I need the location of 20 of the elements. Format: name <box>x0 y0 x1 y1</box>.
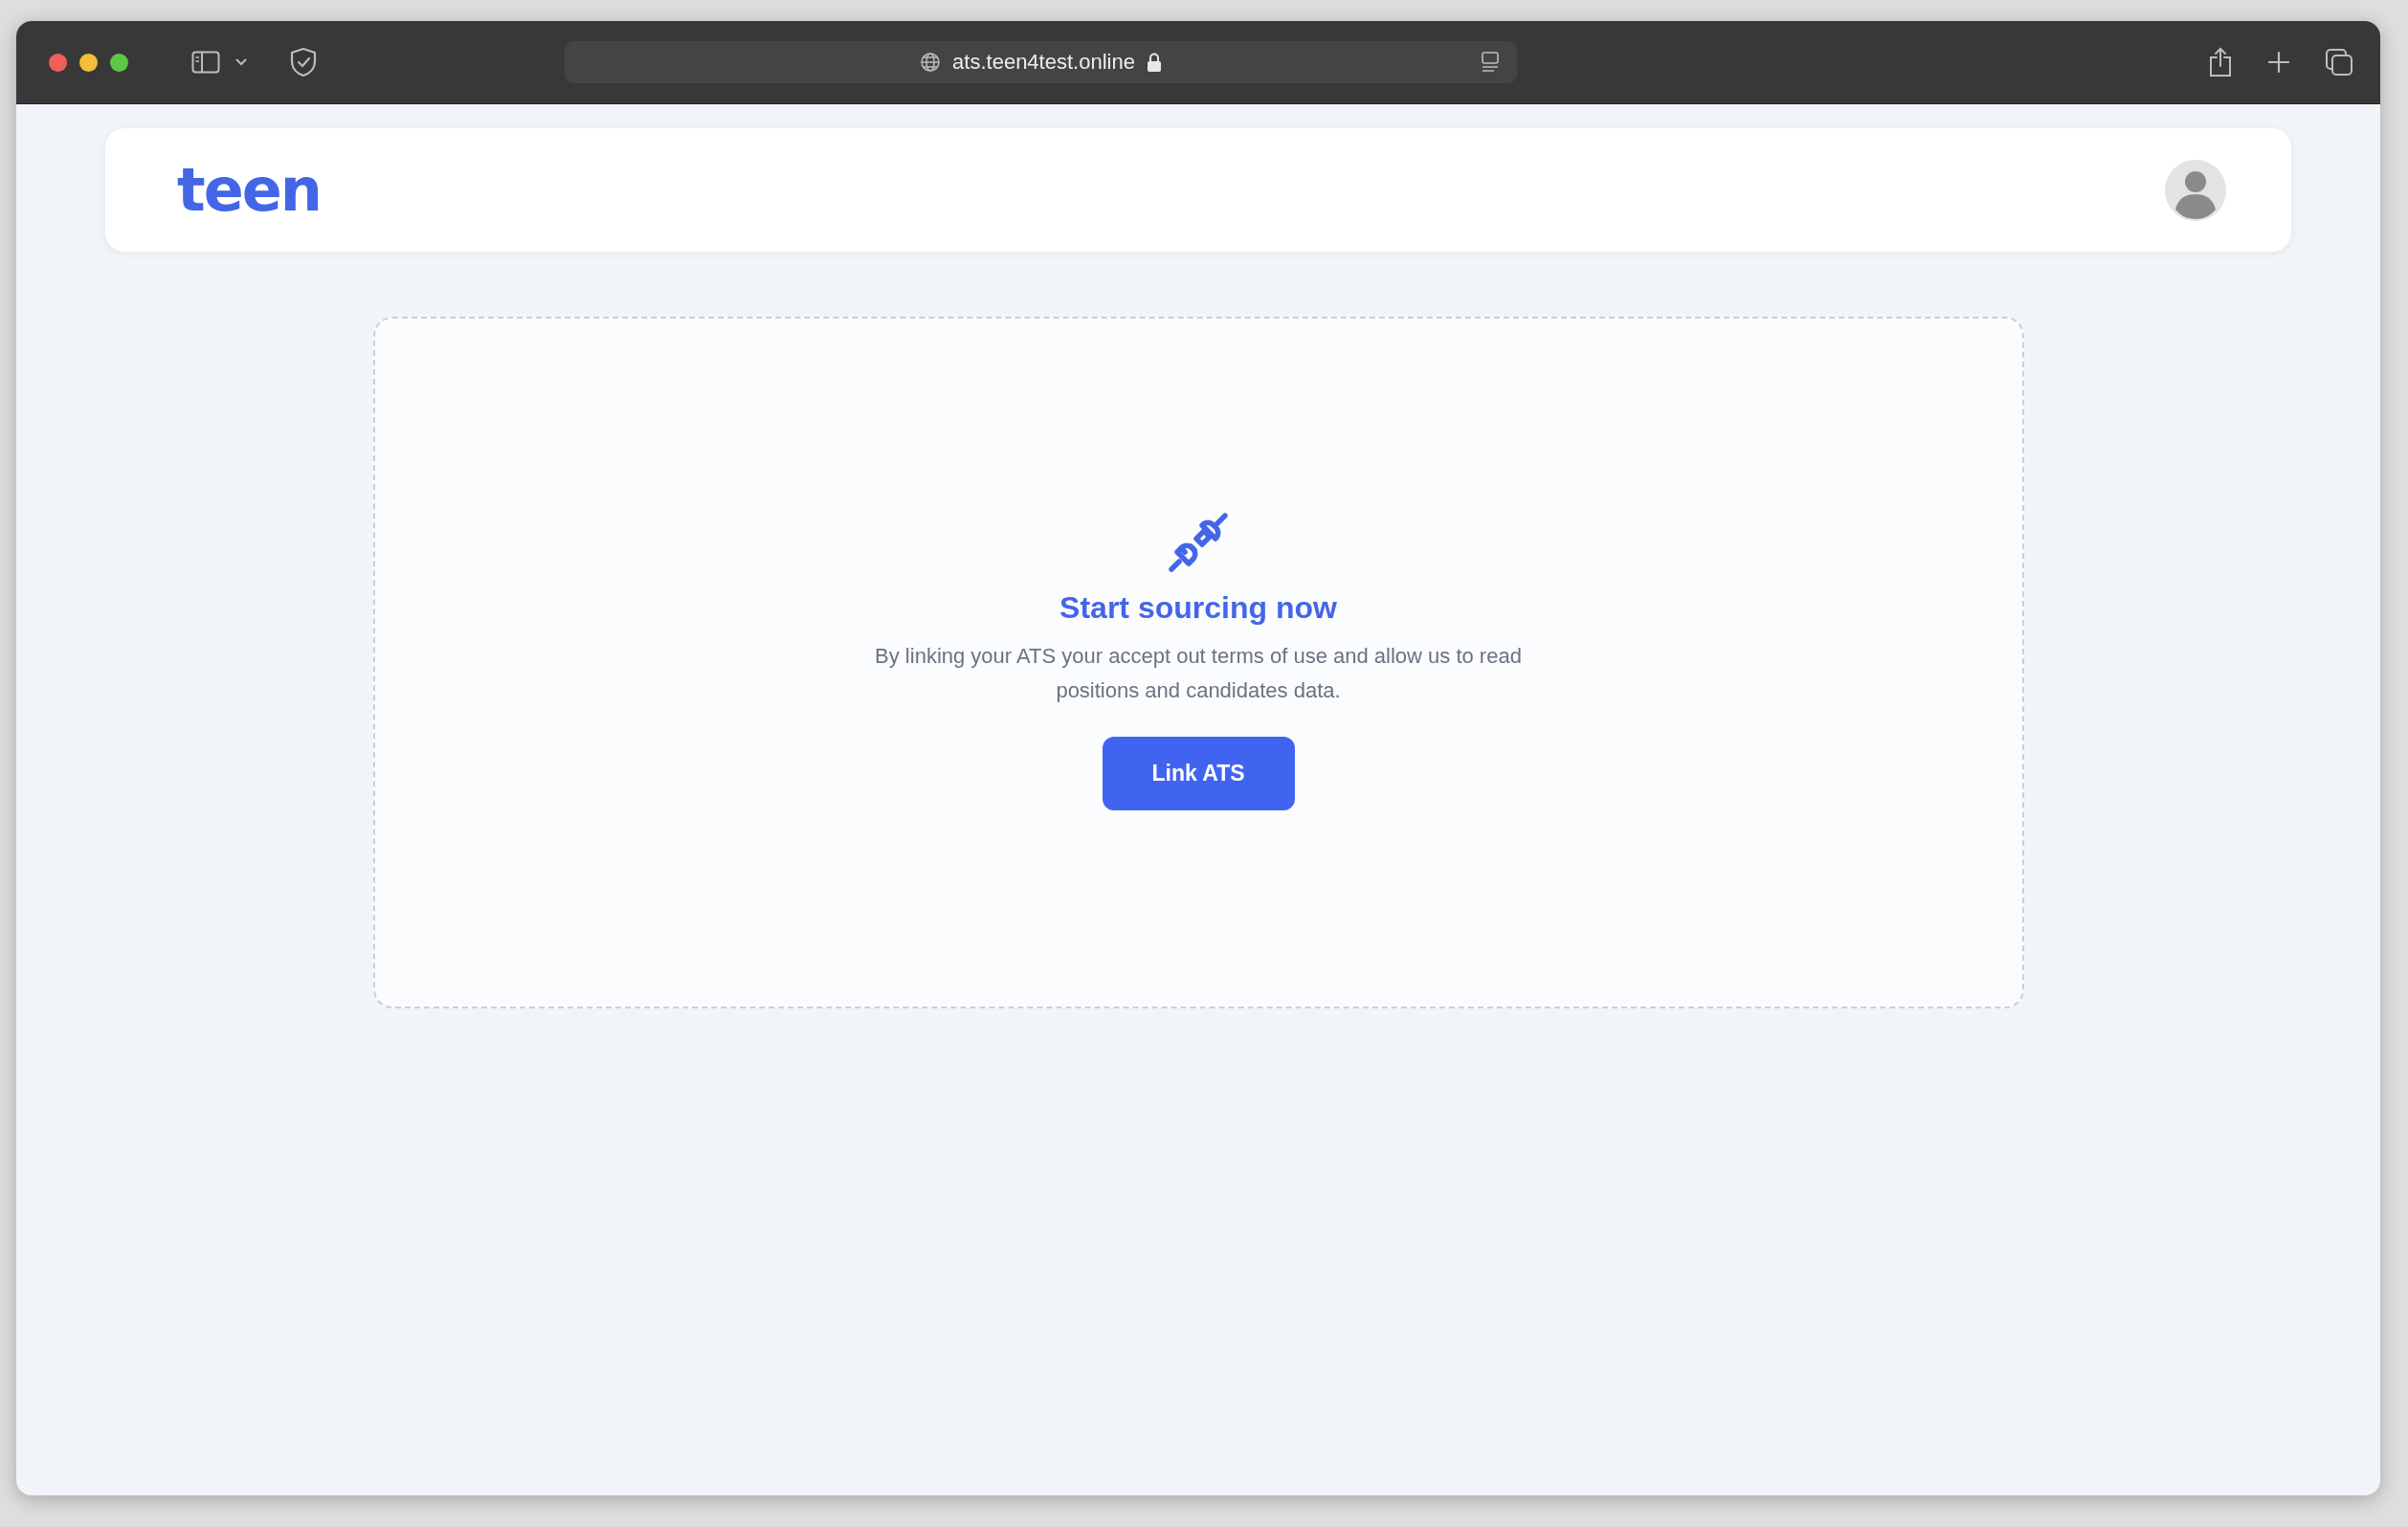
close-button[interactable] <box>49 53 67 72</box>
empty-state-description: By linking your ATS your accept out terms of use and allow us to read positions and candidates data. <box>874 643 1523 704</box>
zoom-button[interactable] <box>110 53 128 72</box>
reader-icon[interactable] <box>1479 51 1502 74</box>
url-text: ats.teen4test.online <box>952 50 1135 75</box>
lock-icon <box>1146 52 1162 73</box>
tabs-overview-icon[interactable] <box>2325 48 2353 77</box>
globe-icon <box>920 52 942 73</box>
logo[interactable]: teen <box>177 160 321 220</box>
minimize-button[interactable] <box>79 53 98 72</box>
sidebar-icon[interactable] <box>191 51 220 74</box>
empty-state-title: Start sourcing now <box>1059 590 1337 626</box>
link-ats-button[interactable]: Link ATS <box>1102 737 1295 810</box>
address-bar[interactable]: ats.teen4test.online <box>565 41 1517 83</box>
plug-icon <box>1168 512 1229 573</box>
avatar-icon[interactable] <box>2165 159 2226 221</box>
shield-icon[interactable] <box>289 47 318 77</box>
chevron-down-icon[interactable] <box>235 58 247 66</box>
new-tab-icon[interactable] <box>2267 51 2290 74</box>
share-icon[interactable] <box>2208 47 2233 77</box>
